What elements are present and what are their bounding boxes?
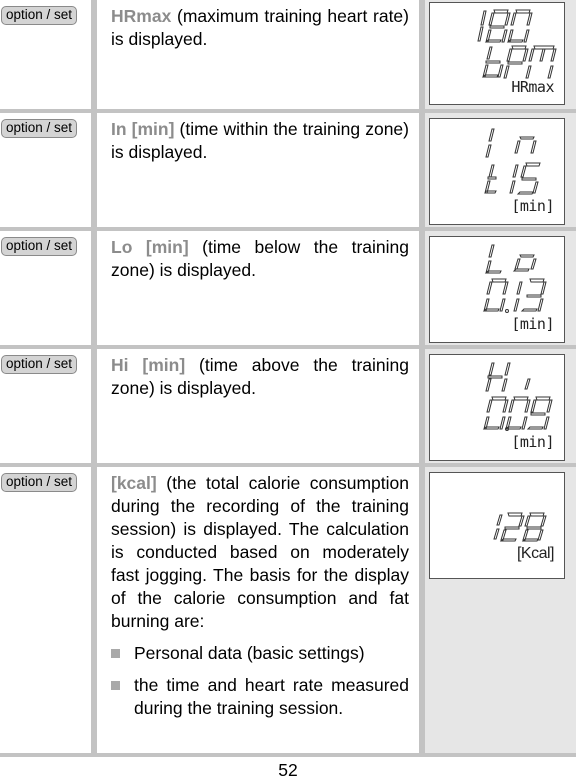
lcd-display: [min] bbox=[429, 236, 565, 343]
segment-char-P bbox=[503, 45, 529, 79]
keyword: HRmax bbox=[111, 6, 172, 26]
segment-digit-9 bbox=[526, 396, 553, 430]
button-cell: option / set bbox=[0, 349, 97, 463]
segment-digit-0b bbox=[504, 396, 531, 430]
segment-char-L bbox=[484, 244, 502, 274]
lcd-unit-label: [min] bbox=[511, 197, 554, 215]
display-cell: [min] bbox=[425, 113, 576, 227]
keyword: In [min] bbox=[111, 119, 175, 139]
segment-char-t bbox=[484, 164, 497, 194]
option-set-button[interactable]: option / set bbox=[1, 119, 78, 138]
segment-digit-1 bbox=[493, 514, 503, 540]
lcd-unit-label: [Kcal] bbox=[516, 545, 555, 562]
segment-digit-1 bbox=[509, 164, 519, 194]
bullet-square-icon bbox=[111, 649, 120, 658]
display-cell: [min] bbox=[425, 349, 576, 463]
lcd-unit-label: [min] bbox=[511, 315, 554, 333]
segment-char-o bbox=[512, 254, 537, 272]
lcd-line2-digits bbox=[481, 45, 557, 79]
description-text: (the total calorie consumption during th… bbox=[111, 473, 409, 631]
button-cell: option / set bbox=[0, 113, 97, 227]
option-set-button[interactable]: option / set bbox=[1, 237, 78, 256]
segment-digit-0 bbox=[482, 278, 509, 312]
segment-digit-0 bbox=[506, 9, 533, 43]
lcd-line2-digits bbox=[484, 162, 541, 195]
lcd-line1-digits bbox=[485, 362, 531, 392]
lcd-display: HRmax bbox=[429, 2, 565, 105]
bullet-item: Personal data (basic settings) bbox=[111, 642, 409, 665]
lcd-line2-digits bbox=[493, 512, 547, 542]
keyword: [kcal] bbox=[111, 473, 157, 493]
segment-char-i bbox=[524, 378, 531, 390]
display-cell: [Kcal] bbox=[425, 467, 576, 753]
instruction-table: option / set HRmax (maximum training hea… bbox=[0, 0, 576, 757]
bullet-square-icon bbox=[111, 681, 120, 690]
keyword: Lo [min] bbox=[111, 237, 189, 257]
segment-digit-5 bbox=[516, 162, 541, 195]
colon-dot bbox=[505, 309, 509, 313]
description-cell: [kcal] (the total calorie consumption du… bbox=[97, 467, 425, 753]
keyword: Hi [min] bbox=[111, 355, 186, 375]
button-cell: option / set bbox=[0, 0, 97, 109]
lcd-line1-digits bbox=[484, 244, 537, 274]
page-number: 52 bbox=[278, 760, 298, 780]
segment-digit-1 bbox=[513, 281, 523, 312]
segment-digit-8 bbox=[521, 512, 547, 542]
option-set-button[interactable]: option / set bbox=[1, 6, 78, 25]
description-cell: Hi [min] (time above the training zone) … bbox=[97, 349, 425, 463]
option-set-button[interactable]: option / set bbox=[1, 473, 78, 492]
description-cell: Lo [min] (time below the training zone) … bbox=[97, 231, 425, 345]
lcd-display: [Kcal] bbox=[429, 472, 565, 579]
display-cell: HRmax bbox=[425, 0, 576, 109]
lcd-line1-digits bbox=[485, 128, 537, 158]
segment-digit-1 bbox=[477, 10, 487, 42]
segment-digit-8 bbox=[484, 9, 511, 43]
description-cell: HRmax (maximum training heart rate) is d… bbox=[97, 0, 425, 109]
button-cell: option / set bbox=[0, 467, 97, 753]
lcd-unit-label: HRmax bbox=[511, 78, 554, 96]
segment-char-n bbox=[514, 136, 537, 154]
table-row: option / set [kcal] (the total calorie c… bbox=[0, 467, 576, 757]
segment-char-b bbox=[481, 46, 504, 78]
lcd-display: [min] bbox=[429, 118, 565, 225]
segment-digit-2 bbox=[499, 512, 525, 542]
button-cell: option / set bbox=[0, 231, 97, 345]
display-cell: [min] bbox=[425, 231, 576, 345]
lcd-unit-label: [min] bbox=[511, 433, 554, 451]
option-set-button[interactable]: option / set bbox=[1, 355, 78, 374]
segment-digit-0 bbox=[482, 396, 509, 430]
bullet-text: Personal data (basic settings) bbox=[134, 643, 365, 663]
lcd-line2-digits bbox=[482, 396, 553, 431]
description-paragraph: [kcal] (the total calorie consumption du… bbox=[111, 472, 409, 633]
table-row: option / set Lo [min] (time below the tr… bbox=[0, 231, 576, 349]
lcd-display: [min] bbox=[429, 354, 565, 461]
bullet-item: the time and heart rate measured during … bbox=[111, 674, 409, 720]
table-row: option / set Hi [min] (time above the tr… bbox=[0, 349, 576, 467]
segment-digit-3 bbox=[520, 278, 547, 312]
lcd-line2-digits bbox=[482, 278, 547, 313]
bullet-text: the time and heart rate measured during … bbox=[134, 675, 409, 718]
table-row: option / set In [min] (time within the t… bbox=[0, 113, 576, 231]
segment-char-M bbox=[525, 45, 557, 79]
table-row: option / set HRmax (maximum training hea… bbox=[0, 0, 576, 113]
segment-char-H bbox=[485, 362, 511, 392]
segment-char-I bbox=[485, 128, 495, 158]
description-cell: In [min] (time within the training zone)… bbox=[97, 113, 425, 227]
lcd-line1-digits bbox=[477, 9, 533, 43]
